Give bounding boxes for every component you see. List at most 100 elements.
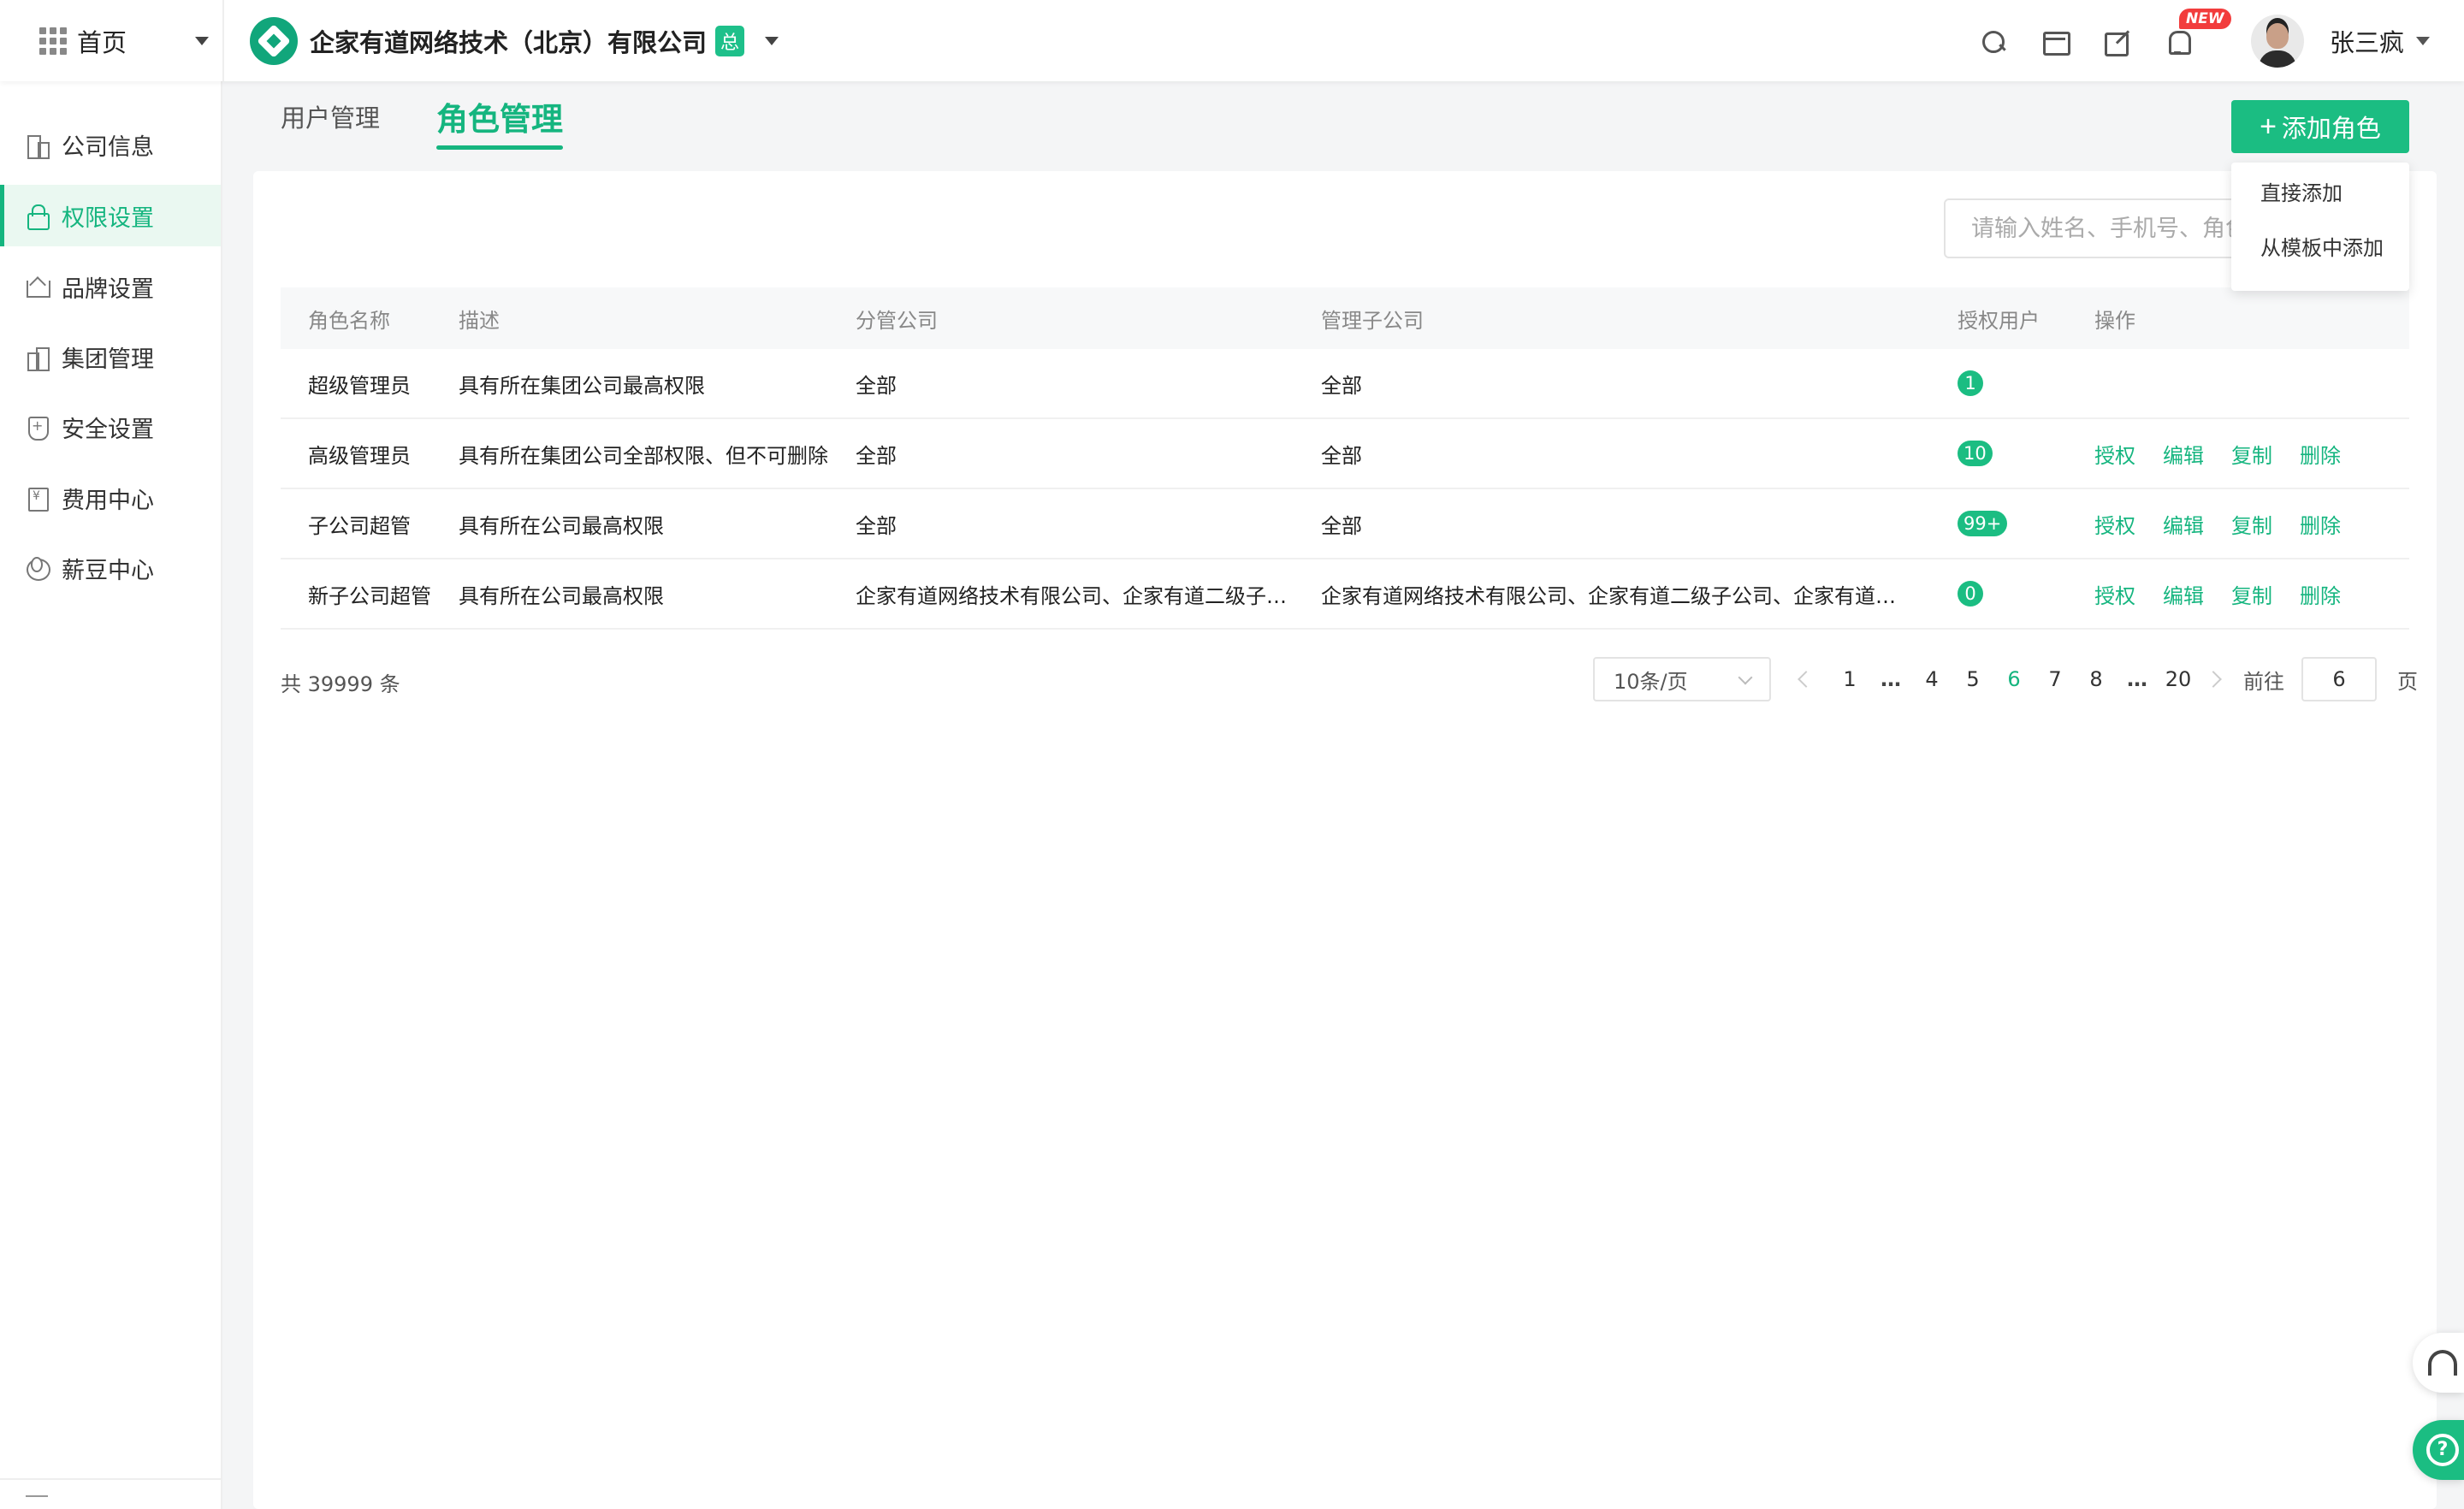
page-number[interactable]: 5 (1952, 667, 1993, 691)
sidebar-footer (0, 1478, 221, 1509)
column-header: 角色名称 (308, 308, 390, 333)
branch-company: 全部 (856, 373, 897, 398)
role-desc: 具有所在公司最高权限 (459, 513, 664, 538)
page-size-select[interactable]: 10条/页 (1593, 657, 1771, 701)
page-ellipsis[interactable]: … (2117, 667, 2158, 691)
bell-icon[interactable]: NEW (2164, 8, 2231, 55)
user-count-badge[interactable]: 99+ (1958, 511, 2008, 536)
tab-role-management[interactable]: 角色管理 (436, 93, 564, 150)
sidebar-item-permissions[interactable]: 权限设置 (0, 185, 221, 246)
store-icon[interactable] (2040, 27, 2070, 56)
user-count-badge[interactable]: 1 (1958, 370, 1983, 396)
edit-link[interactable]: 编辑 (2163, 439, 2204, 469)
edit-icon[interactable] (2102, 27, 2129, 56)
company-name[interactable]: 企家有道网络技术（北京）有限公司 (310, 23, 707, 59)
delete-link[interactable]: 删除 (2300, 509, 2341, 539)
user-count-badge[interactable]: 10 (1958, 441, 1993, 466)
role-desc: 具有所在公司最高权限 (459, 583, 664, 608)
sidebar-item-label: 公司信息 (62, 133, 154, 161)
table-row: 子公司超管 具有所在公司最高权限 全部 全部 99+ 授权 编辑 复制 删除 (281, 489, 2409, 559)
delete-link[interactable]: 删除 (2300, 439, 2341, 469)
copy-link[interactable]: 复制 (2231, 509, 2272, 539)
shield-icon (24, 414, 50, 441)
branch-company: 企家有道网络技术有限公司、企家有道二级子公司 (856, 583, 1307, 608)
column-header: 操作 (2094, 308, 2135, 333)
headset-icon (2428, 1350, 2457, 1376)
chevron-down-icon[interactable] (2416, 36, 2430, 45)
home-label[interactable]: 首页 (77, 23, 127, 59)
delete-link[interactable]: 删除 (2300, 579, 2341, 609)
sidebar-item-company-info[interactable]: 公司信息 (0, 114, 221, 175)
page-number[interactable]: 1 (1829, 667, 1870, 691)
table-row: 高级管理员 具有所在集团公司全部权限、但不可删除 全部 全部 10 授权 编辑 … (281, 419, 2409, 489)
sidebar-item-label: 安全设置 (62, 416, 154, 443)
copy-link[interactable]: 复制 (2231, 579, 2272, 609)
tab-user-management[interactable]: 用户管理 (281, 98, 380, 145)
home-menu[interactable]: 首页 (0, 0, 224, 81)
top-bar: 首页 企家有道网络技术（北京）有限公司 总 NEW 张三疯 (0, 0, 2464, 81)
row-actions: 授权 编辑 复制 删除 (2094, 439, 2409, 469)
authorize-link[interactable]: 授权 (2094, 439, 2135, 469)
chevron-down-icon[interactable] (195, 36, 210, 45)
branch-company: 全部 (856, 443, 897, 468)
copy-link[interactable]: 复制 (2231, 439, 2272, 469)
authorize-link[interactable]: 授权 (2094, 509, 2135, 539)
page-number-current[interactable]: 6 (1993, 667, 2035, 691)
page-number[interactable]: 4 (1911, 667, 1952, 691)
column-header: 分管公司 (856, 308, 938, 333)
sidebar-item-beans[interactable]: 薪豆中心 (0, 537, 221, 599)
menu-item-add-from-template[interactable]: 从模板中添加 (2231, 238, 2409, 293)
user-name[interactable]: 张三疯 (2330, 23, 2404, 59)
help-icon: ? (2426, 1434, 2459, 1466)
page-number[interactable]: 20 (2158, 667, 2199, 691)
next-page-icon[interactable] (2205, 671, 2222, 688)
company-logo (250, 16, 298, 65)
group-icon (24, 344, 50, 371)
grid-icon[interactable] (39, 27, 67, 55)
page-ellipsis[interactable]: … (1870, 667, 1911, 691)
sidebar-item-group[interactable]: 集团管理 (0, 326, 221, 388)
building-icon (24, 132, 50, 159)
collapse-icon[interactable] (26, 1495, 48, 1499)
sidebar-item-brand[interactable]: 品牌设置 (0, 256, 221, 317)
authorize-link[interactable]: 授权 (2094, 579, 2135, 609)
sidebar-item-label: 费用中心 (62, 487, 154, 514)
page-number[interactable]: 8 (2076, 667, 2117, 691)
prev-page-icon[interactable] (1798, 671, 1815, 688)
user-count-badge[interactable]: 0 (1958, 581, 1983, 607)
sidebar-item-fees[interactable]: 费用中心 (0, 467, 221, 529)
edit-link[interactable]: 编辑 (2163, 509, 2204, 539)
edit-link[interactable]: 编辑 (2163, 579, 2204, 609)
add-role-button[interactable]: + 添加角色 (2231, 100, 2409, 153)
role-name: 子公司超管 (308, 513, 411, 538)
add-role-label: 添加角色 (2281, 115, 2381, 143)
sub-company: 全部 (1321, 373, 1362, 398)
sidebar-item-security[interactable]: 安全设置 (0, 396, 221, 458)
role-table: 角色名称 描述 分管公司 管理子公司 授权用户 操作 超级管理员 具有所在集团公… (281, 287, 2409, 630)
total-count: 共 39999 条 (281, 672, 400, 696)
fee-icon (24, 485, 50, 512)
role-name: 超级管理员 (308, 373, 411, 398)
lock-icon (24, 203, 50, 230)
table-row: 新子公司超管 具有所在公司最高权限 企家有道网络技术有限公司、企家有道二级子公司… (281, 559, 2409, 630)
table-header: 角色名称 描述 分管公司 管理子公司 授权用户 操作 (281, 287, 2409, 349)
page-number[interactable]: 7 (2035, 667, 2076, 691)
company-switcher[interactable]: 企家有道网络技术（北京）有限公司 总 (250, 16, 779, 65)
avatar[interactable] (2250, 14, 2304, 68)
row-actions: 授权 编辑 复制 删除 (2094, 509, 2409, 539)
role-desc: 具有所在集团公司全部权限、但不可删除 (459, 443, 828, 468)
chevron-down-icon[interactable] (765, 36, 779, 45)
search-icon[interactable] (1979, 27, 2006, 55)
table-row: 超级管理员 具有所在集团公司最高权限 全部 全部 1 (281, 349, 2409, 419)
row-actions: 授权 编辑 复制 删除 (2094, 579, 2409, 609)
menu-item-direct-add[interactable]: 直接添加 (2231, 183, 2409, 238)
add-role-dropdown: 直接添加 从模板中添加 (2231, 163, 2409, 291)
role-desc: 具有所在集团公司最高权限 (459, 373, 705, 398)
jump-page-input[interactable] (2301, 657, 2377, 701)
bean-icon (24, 555, 50, 581)
tab-bar: 用户管理 角色管理 (281, 98, 619, 155)
top-right-tools: NEW 张三疯 (1979, 0, 2464, 81)
sidebar-item-label: 权限设置 (62, 204, 154, 232)
role-name: 高级管理员 (308, 443, 411, 468)
sidebar-item-label: 品牌设置 (62, 275, 154, 303)
